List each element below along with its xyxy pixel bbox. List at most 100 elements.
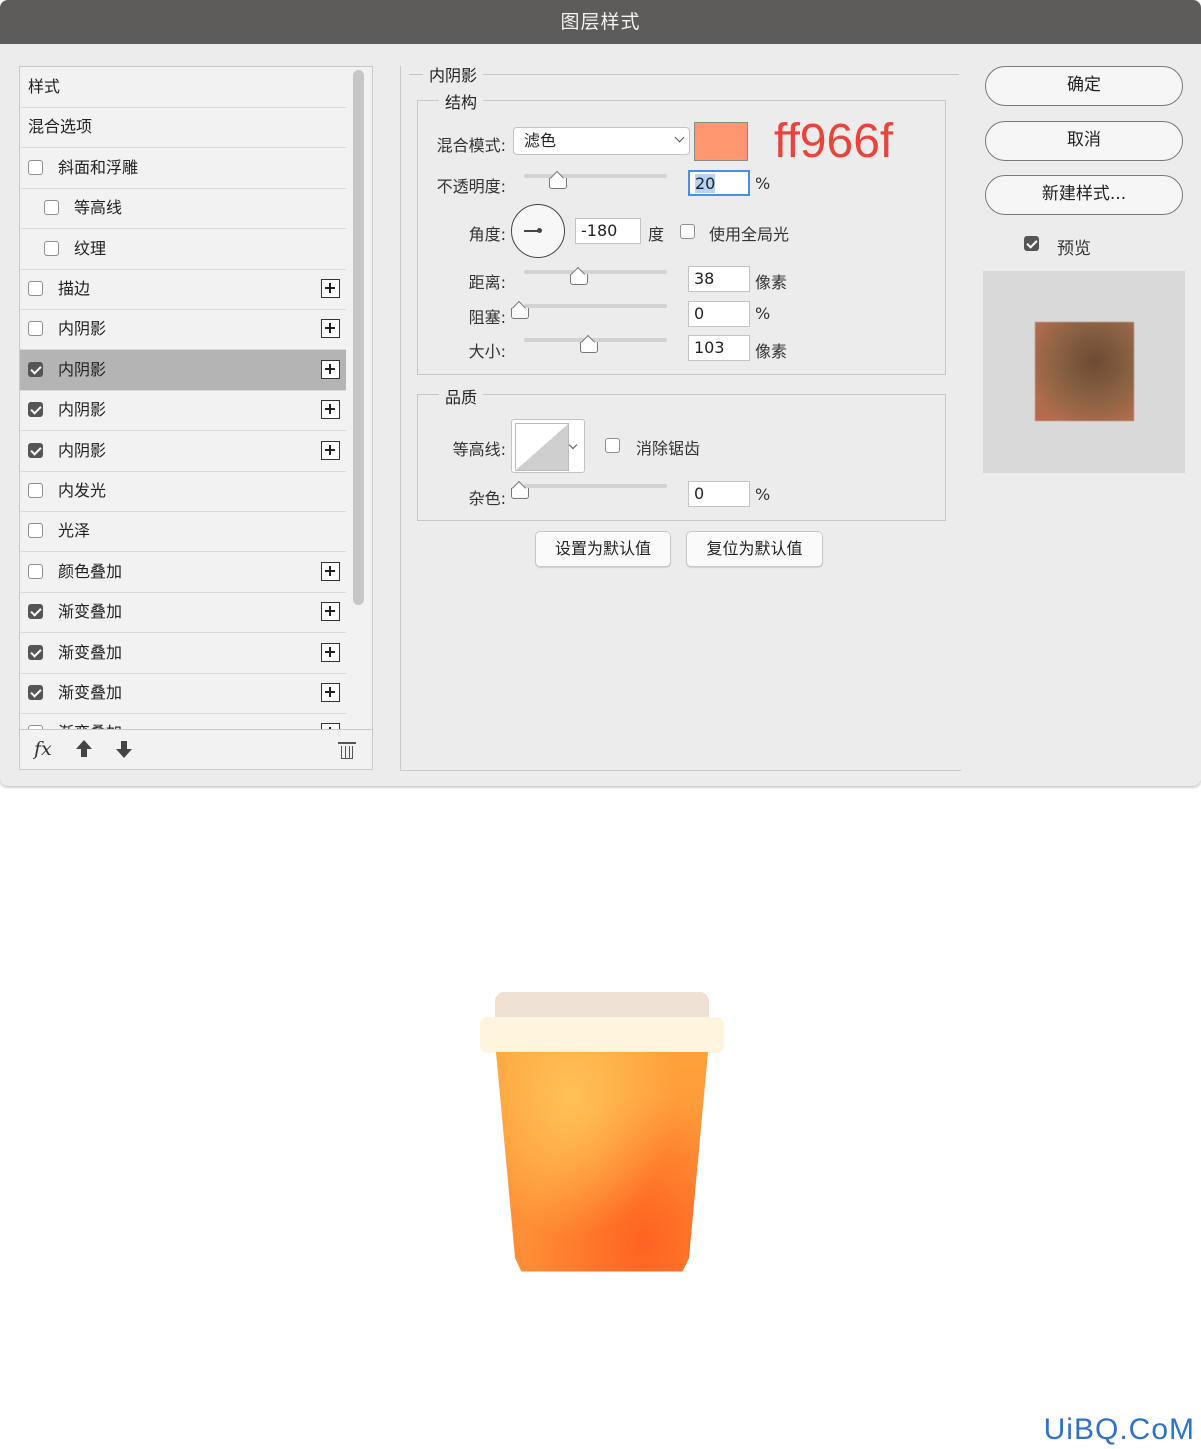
coffee-cup-illustration [480, 992, 724, 1282]
style-checkbox[interactable] [28, 644, 43, 660]
style-checkbox[interactable] [28, 361, 43, 377]
add-effect-icon[interactable] [321, 400, 340, 420]
choke-input[interactable]: 0 [688, 301, 750, 327]
style-checkbox[interactable] [28, 159, 43, 175]
distance-slider[interactable] [524, 270, 667, 274]
style-list-item[interactable]: 等高线 [20, 188, 346, 230]
noise-input[interactable]: 0 [688, 481, 750, 507]
styles-panel: 样式 混合选项 斜面和浮雕 等高线 纹理 描边 内阴影 内阴影 内阴影 内阴影 内发光 光泽 颜色叠加渐… [19, 66, 373, 770]
styles-scrollbar-thumb[interactable] [353, 70, 364, 605]
blend-mode-select[interactable]: 滤色 [513, 127, 690, 155]
style-item-label: 斜面和浮雕 [58, 157, 139, 177]
styles-footer: fx [20, 729, 372, 769]
angle-input[interactable]: -180 [575, 218, 641, 244]
set-default-button[interactable]: 设置为默认值 [535, 531, 671, 567]
style-item-label: 描边 [58, 279, 91, 298]
style-list-item[interactable]: 内阴影 [20, 390, 346, 432]
add-effect-icon[interactable] [321, 642, 340, 662]
trash-icon[interactable] [338, 742, 356, 759]
fx-menu-button[interactable]: fx [34, 738, 52, 760]
ok-button[interactable]: 确定 [985, 66, 1183, 106]
size-input[interactable]: 103 [688, 335, 750, 361]
style-checkbox[interactable] [28, 604, 43, 620]
style-list-item[interactable]: 内阴影 [20, 431, 346, 472]
opacity-slider[interactable] [524, 174, 667, 178]
style-list-item[interactable]: 样式 [20, 67, 346, 108]
style-checkbox[interactable] [44, 240, 59, 256]
preview-swatch [1035, 322, 1134, 421]
move-down-icon[interactable] [116, 740, 132, 758]
style-list-item[interactable]: 颜色叠加 [20, 552, 346, 593]
style-checkbox[interactable] [28, 685, 43, 700]
angle-dial[interactable] [511, 204, 565, 258]
style-list-item[interactable]: 内发光 [20, 471, 346, 512]
choke-label: 阻塞: [468, 308, 506, 327]
add-effect-icon[interactable] [321, 359, 340, 379]
style-list-item[interactable]: 纹理 [20, 229, 346, 270]
add-effect-icon[interactable] [321, 602, 340, 622]
style-item-label: 渐变叠加 [58, 642, 123, 662]
style-checkbox[interactable] [28, 563, 43, 579]
structure-title: 结构 [439, 89, 484, 113]
chevron-down-icon [674, 132, 685, 143]
style-list-item[interactable]: 渐变叠加 [20, 592, 346, 634]
noise-label: 杂色: [468, 489, 506, 508]
global-light-label: 使用全局光 [709, 225, 790, 244]
add-effect-icon[interactable] [321, 561, 340, 581]
style-item-label: 内阴影 [58, 319, 107, 339]
contour-picker[interactable] [511, 419, 585, 473]
add-effect-icon[interactable] [321, 279, 340, 298]
style-item-label: 混合选项 [28, 117, 93, 137]
style-item-label: 渐变叠加 [58, 683, 123, 702]
section-title: 内阴影 [423, 62, 484, 86]
style-list-item[interactable]: 渐变叠加 [20, 713, 346, 729]
global-light-checkbox[interactable] [680, 224, 695, 239]
style-item-label: 颜色叠加 [58, 561, 123, 581]
add-effect-icon[interactable] [321, 319, 340, 339]
shadow-color-swatch[interactable] [694, 122, 748, 161]
style-list-item[interactable]: 内阴影 [20, 309, 346, 351]
style-checkbox[interactable] [44, 200, 59, 216]
style-item-label: 内阴影 [58, 400, 107, 420]
style-list-item[interactable]: 渐变叠加 [20, 633, 346, 674]
size-unit: 像素 [755, 342, 788, 361]
choke-slider[interactable] [524, 304, 667, 308]
add-effect-icon[interactable] [321, 440, 340, 460]
opacity-input[interactable]: 20 [688, 170, 750, 196]
style-checkbox[interactable] [28, 483, 43, 498]
style-checkbox[interactable] [28, 523, 43, 539]
style-list-item[interactable]: 光泽 [20, 511, 346, 553]
style-list-item[interactable]: 描边 [20, 269, 346, 310]
style-checkbox[interactable] [28, 281, 43, 296]
distance-unit: 像素 [755, 273, 788, 292]
reset-default-button[interactable]: 复位为默认值 [686, 531, 823, 567]
style-list-item[interactable]: 斜面和浮雕 [20, 148, 346, 189]
cup-body [496, 1052, 708, 1272]
style-item-label: 光泽 [58, 521, 91, 541]
new-style-button[interactable]: 新建样式... [985, 175, 1183, 215]
anti-alias-checkbox[interactable] [605, 438, 620, 453]
dialog-title: 图层样式 [0, 0, 1201, 44]
blend-mode-value: 滤色 [524, 131, 557, 150]
preview-label: 预览 [1057, 239, 1091, 259]
distance-input[interactable]: 38 [688, 266, 750, 292]
style-list-item[interactable]: 内阴影 [20, 349, 346, 391]
style-item-label: 渐变叠加 [58, 713, 122, 729]
contour-preview [515, 423, 569, 471]
preview-checkbox[interactable] [1024, 236, 1039, 251]
style-list-item[interactable]: 渐变叠加 [20, 673, 346, 714]
style-checkbox[interactable] [28, 442, 43, 458]
watermark: UiBQ.CoM [1043, 1413, 1195, 1446]
contour-label: 等高线: [452, 440, 506, 459]
style-item-label: 渐变叠加 [58, 602, 123, 622]
angle-unit: 度 [648, 225, 665, 244]
styles-list: 样式 混合选项 斜面和浮雕 等高线 纹理 描边 内阴影 内阴影 内阴影 内阴影 内发光 光泽 颜色叠加渐… [20, 67, 346, 729]
noise-slider[interactable] [524, 484, 667, 488]
noise-unit: % [755, 485, 771, 504]
cancel-button[interactable]: 取消 [985, 121, 1183, 161]
style-checkbox[interactable] [28, 321, 43, 337]
add-effect-icon[interactable] [321, 683, 340, 702]
style-list-item[interactable]: 混合选项 [20, 107, 346, 149]
move-up-icon[interactable] [76, 740, 92, 758]
style-checkbox[interactable] [28, 402, 43, 418]
